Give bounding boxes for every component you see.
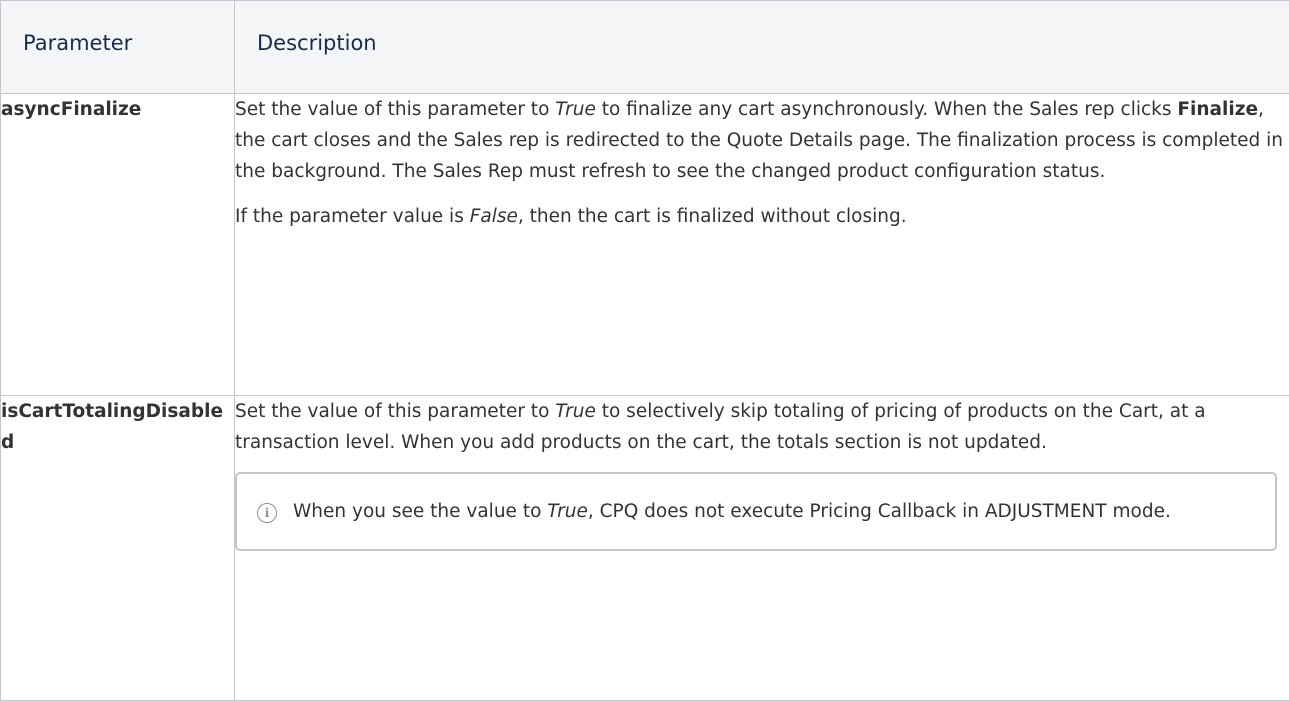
table-row: isCartTotalingDisabled Set the value of … (1, 396, 1289, 701)
text: to finalize any cart asynchronously. Whe… (596, 99, 1178, 120)
text: When you see the value to (293, 501, 547, 522)
header-parameter: Parameter (1, 1, 235, 94)
note-text: When you see the value to True, CPQ does… (293, 496, 1171, 527)
strong-text: Finalize (1177, 99, 1258, 120)
text: , then the cart is finalized without clo… (518, 206, 907, 227)
parameter-name: asyncFinalize (1, 94, 235, 396)
description-paragraph: Set the value of this parameter to True … (235, 396, 1289, 458)
info-icon: i (257, 503, 277, 523)
description-paragraph: If the parameter value is False, then th… (235, 201, 1289, 232)
description-paragraph: Set the value of this parameter to True … (235, 94, 1289, 187)
parameters-table: Parameter Description asyncFinalize Set … (0, 0, 1289, 701)
text: If the parameter value is (235, 206, 470, 227)
text: Set the value of this parameter to (235, 401, 555, 422)
text: , CPQ does not execute Pricing Callback … (588, 501, 1171, 522)
parameter-name: isCartTotalingDisabled (1, 396, 235, 701)
emphasis: False (470, 206, 518, 227)
text: Set the value of this parameter to (235, 99, 555, 120)
description-cell: Set the value of this parameter to True … (235, 94, 1289, 396)
table-row: asyncFinalize Set the value of this para… (1, 94, 1289, 396)
emphasis: True (555, 401, 596, 422)
emphasis: True (555, 99, 596, 120)
table-header-row: Parameter Description (1, 1, 1289, 94)
description-cell: Set the value of this parameter to True … (235, 396, 1289, 701)
info-note: i When you see the value to True, CPQ do… (235, 472, 1277, 551)
header-description: Description (235, 1, 1289, 94)
emphasis: True (547, 501, 588, 522)
